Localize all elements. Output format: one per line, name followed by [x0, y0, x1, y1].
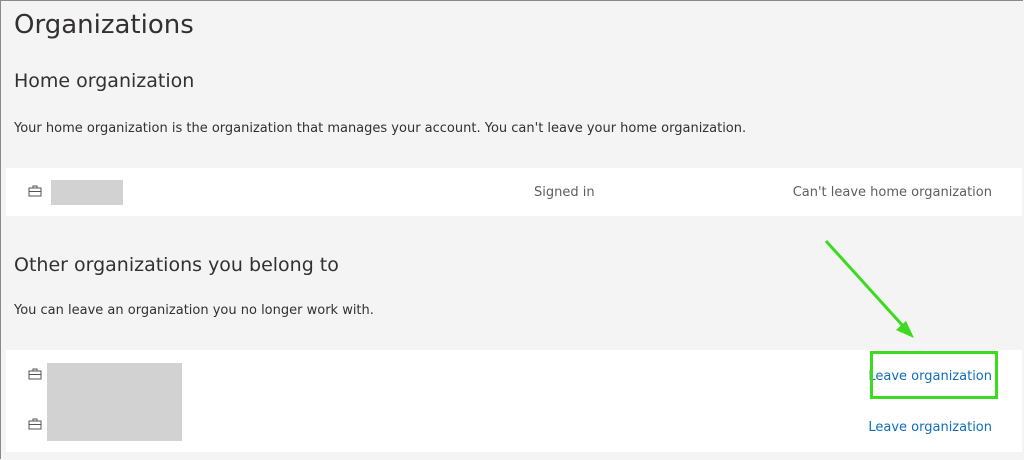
arrow-icon: [824, 239, 914, 338]
